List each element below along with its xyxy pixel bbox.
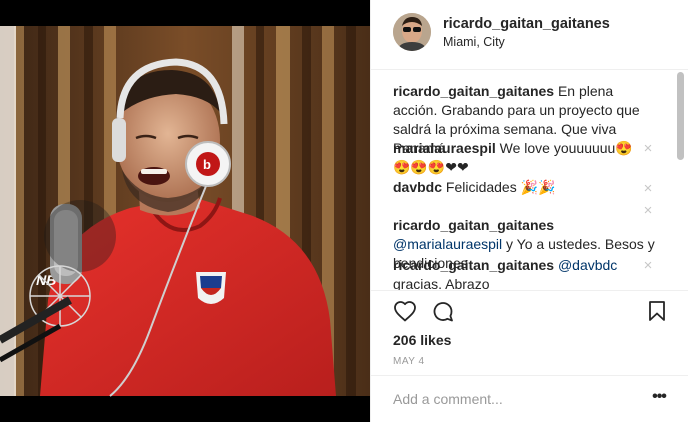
- comment-input[interactable]: [393, 388, 633, 410]
- avatar[interactable]: [393, 13, 431, 51]
- heart-icon[interactable]: [393, 300, 417, 327]
- comment-username[interactable]: ricardo_gaitan_gaitanes: [393, 217, 554, 233]
- add-comment-bar: •••: [371, 375, 688, 423]
- comment-username[interactable]: ricardo_gaitan_gaitanes: [393, 257, 554, 273]
- close-icon[interactable]: ×: [641, 181, 655, 196]
- header-location[interactable]: Miami, City: [443, 35, 505, 49]
- post-actions: 206 likes MAY 4 •••: [371, 290, 688, 422]
- comment-icon[interactable]: [431, 300, 455, 329]
- comment-mention[interactable]: @davbdc: [558, 257, 617, 273]
- close-icon[interactable]: ×: [641, 203, 655, 218]
- close-icon[interactable]: ×: [641, 141, 655, 156]
- likes-count[interactable]: 206 likes: [393, 332, 451, 348]
- list-item: marialauraespil We love youuuuuu😍 😍😍😍❤❤: [393, 139, 633, 177]
- header-username[interactable]: ricardo_gaitan_gaitanes: [443, 16, 610, 32]
- avatar-image: [393, 13, 431, 51]
- list-item: davbdc Felicidades 🎉🎉: [393, 178, 633, 197]
- comment-text: Felicidades 🎉🎉: [445, 179, 556, 195]
- post-photo[interactable]: NB b: [0, 0, 370, 422]
- close-icon[interactable]: ×: [641, 258, 655, 273]
- comment-mention[interactable]: @marialauraespil: [393, 236, 502, 252]
- post-side-panel: ricardo_gaitan_gaitanes Miami, City rica…: [370, 0, 688, 422]
- comment-username[interactable]: ricardo_gaitan_gaitanes: [393, 83, 554, 99]
- comments-scrollbar[interactable]: [677, 72, 684, 160]
- post-header: ricardo_gaitan_gaitanes Miami, City: [371, 0, 688, 70]
- comment-username[interactable]: marialauraespil: [393, 140, 496, 156]
- bookmark-icon[interactable]: [647, 300, 667, 327]
- list-item: ricardo_gaitan_gaitanes @davbdc gracias.…: [393, 256, 655, 290]
- comment-username[interactable]: davbdc: [393, 179, 442, 195]
- comments-list[interactable]: ricardo_gaitan_gaitanes En plena acción.…: [371, 70, 688, 290]
- svg-text:b: b: [203, 157, 211, 172]
- more-options-icon[interactable]: •••: [647, 388, 671, 410]
- comment-text: gracias. Abrazo: [393, 276, 490, 290]
- singer-photo-illustration: NB b: [0, 0, 370, 422]
- post-date: MAY 4: [393, 356, 425, 367]
